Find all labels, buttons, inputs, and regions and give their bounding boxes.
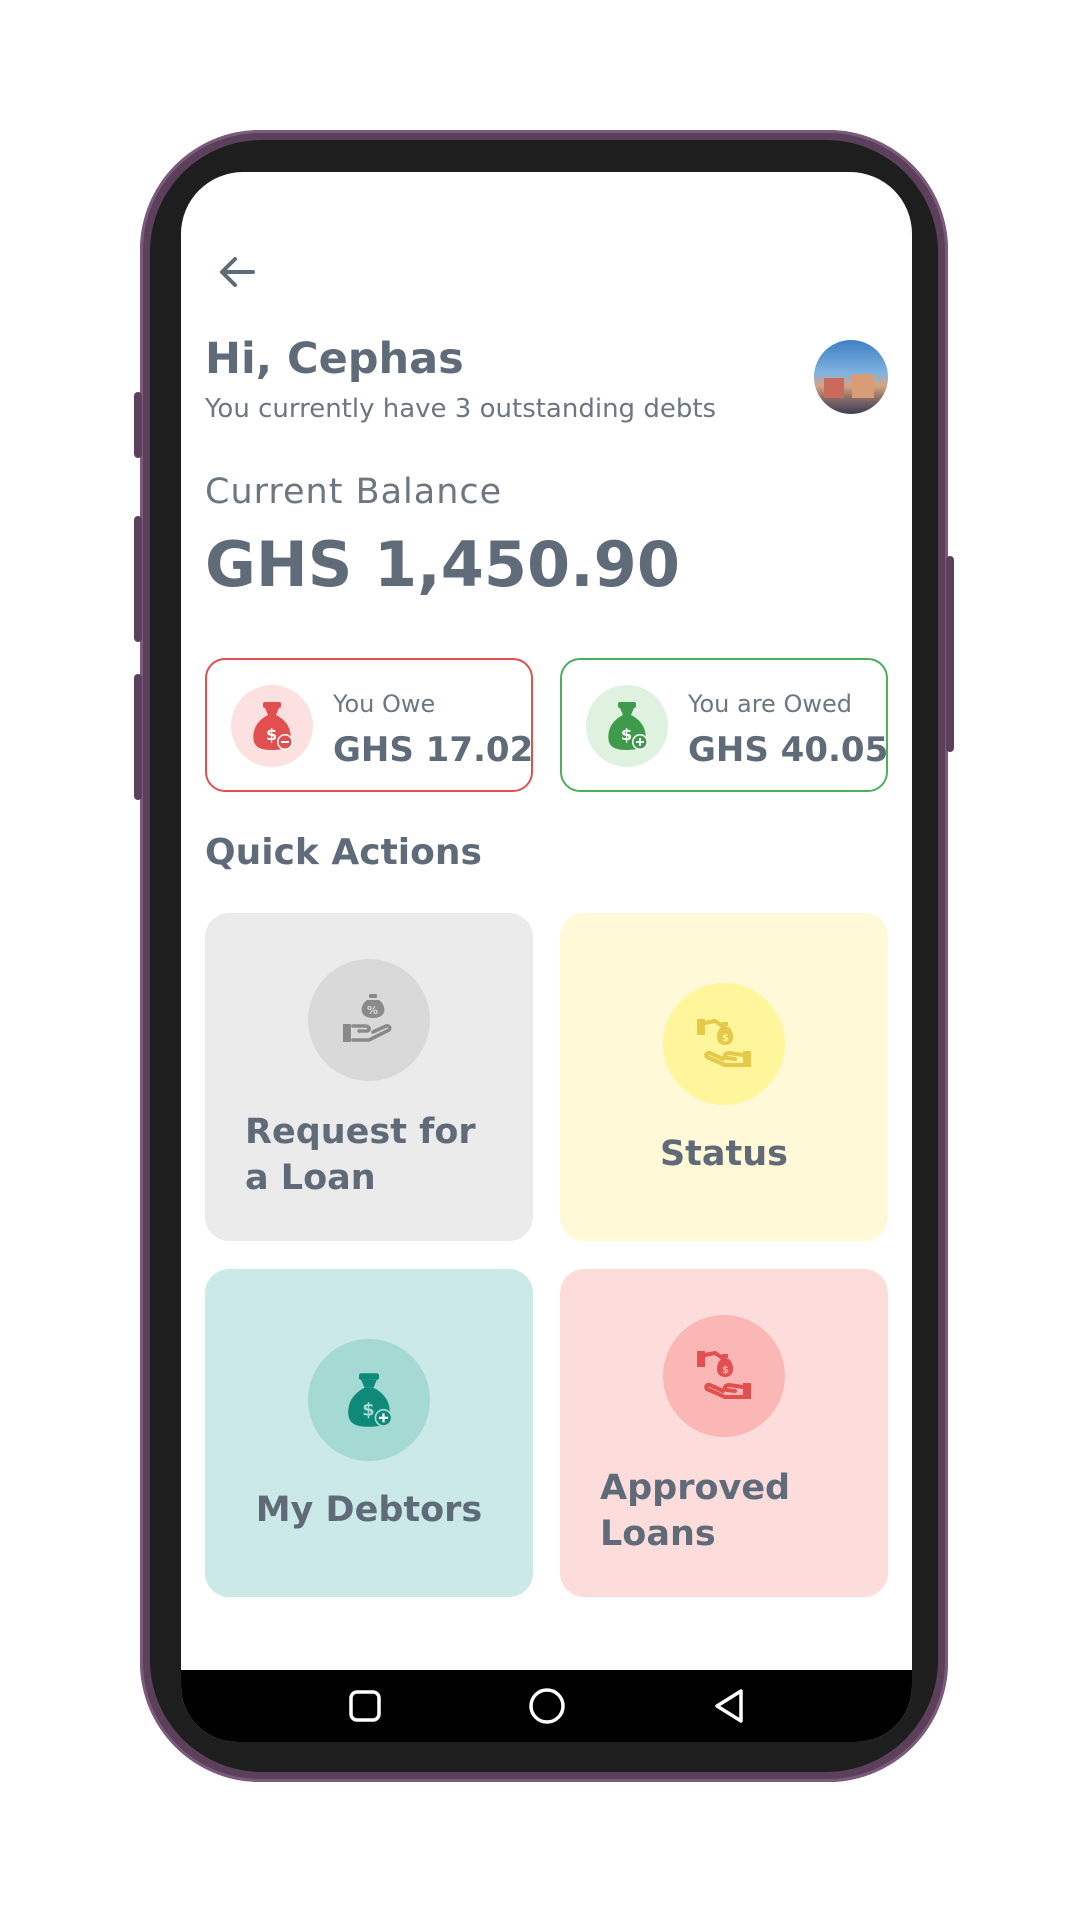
current-balance-label: Current Balance [205, 472, 503, 512]
svg-text:$: $ [722, 1365, 729, 1376]
recents-icon [348, 1690, 381, 1722]
svg-text:%: % [367, 1004, 378, 1017]
money-bag-plus-icon: $ [586, 685, 668, 767]
hand-percent-bag-icon: % [308, 959, 430, 1081]
recents-button[interactable] [333, 1674, 397, 1738]
you-are-owed-amount: GHS 40.05 [688, 730, 889, 770]
greeting-title: Hi, Cephas [205, 334, 464, 384]
svg-text:$: $ [362, 1400, 374, 1421]
request-loan-label: Request for a Loan [245, 1112, 476, 1198]
svg-text:$: $ [722, 1033, 729, 1044]
phone-side-button [134, 392, 142, 458]
app-screen: Hi, Cephas You currently have 3 outstand… [181, 172, 912, 1742]
home-icon [528, 1688, 565, 1724]
current-balance-value: GHS 1,450.90 [205, 528, 680, 601]
approved-loans-label: Approved Loans [600, 1468, 791, 1554]
money-bag-plus-icon: $ [308, 1339, 430, 1461]
status-label: Status [659, 1134, 789, 1174]
home-button[interactable] [515, 1674, 579, 1738]
you-owe-label: You Owe [333, 690, 436, 718]
svg-text:$: $ [621, 725, 632, 744]
you-are-owed-card[interactable]: $ You are Owed GHS 40.05 [560, 658, 888, 792]
my-debtors-label: My Debtors [255, 1490, 483, 1530]
back-triangle-icon [714, 1689, 743, 1723]
arrow-left-icon [220, 257, 255, 287]
system-nav-bar [181, 1670, 912, 1742]
back-nav-button[interactable] [697, 1674, 761, 1738]
request-loan-tile[interactable]: % Request for a Loan [205, 913, 533, 1241]
avatar[interactable] [814, 340, 888, 414]
hand-money-exchange-icon: $ [663, 983, 785, 1105]
you-owe-card[interactable]: $ You Owe GHS 17.02 [205, 658, 533, 792]
svg-text:$: $ [266, 725, 277, 744]
outstanding-debts-subtitle: You currently have 3 outstanding debts [205, 394, 717, 424]
phone-side-button [946, 556, 954, 752]
status-tile[interactable]: $ Status [560, 913, 888, 1241]
phone-side-button [134, 674, 142, 800]
quick-actions-title: Quick Actions [205, 832, 482, 873]
approved-loans-tile[interactable]: $ Approved Loans [560, 1269, 888, 1597]
money-bag-minus-icon: $ [231, 685, 313, 767]
my-debtors-tile[interactable]: $ My Debtors [205, 1269, 533, 1597]
you-owe-amount: GHS 17.02 [333, 730, 534, 770]
you-are-owed-label: You are Owed [688, 690, 852, 718]
hand-money-exchange-icon: $ [663, 1315, 785, 1437]
back-button[interactable] [215, 250, 259, 294]
phone-side-button [134, 516, 142, 642]
